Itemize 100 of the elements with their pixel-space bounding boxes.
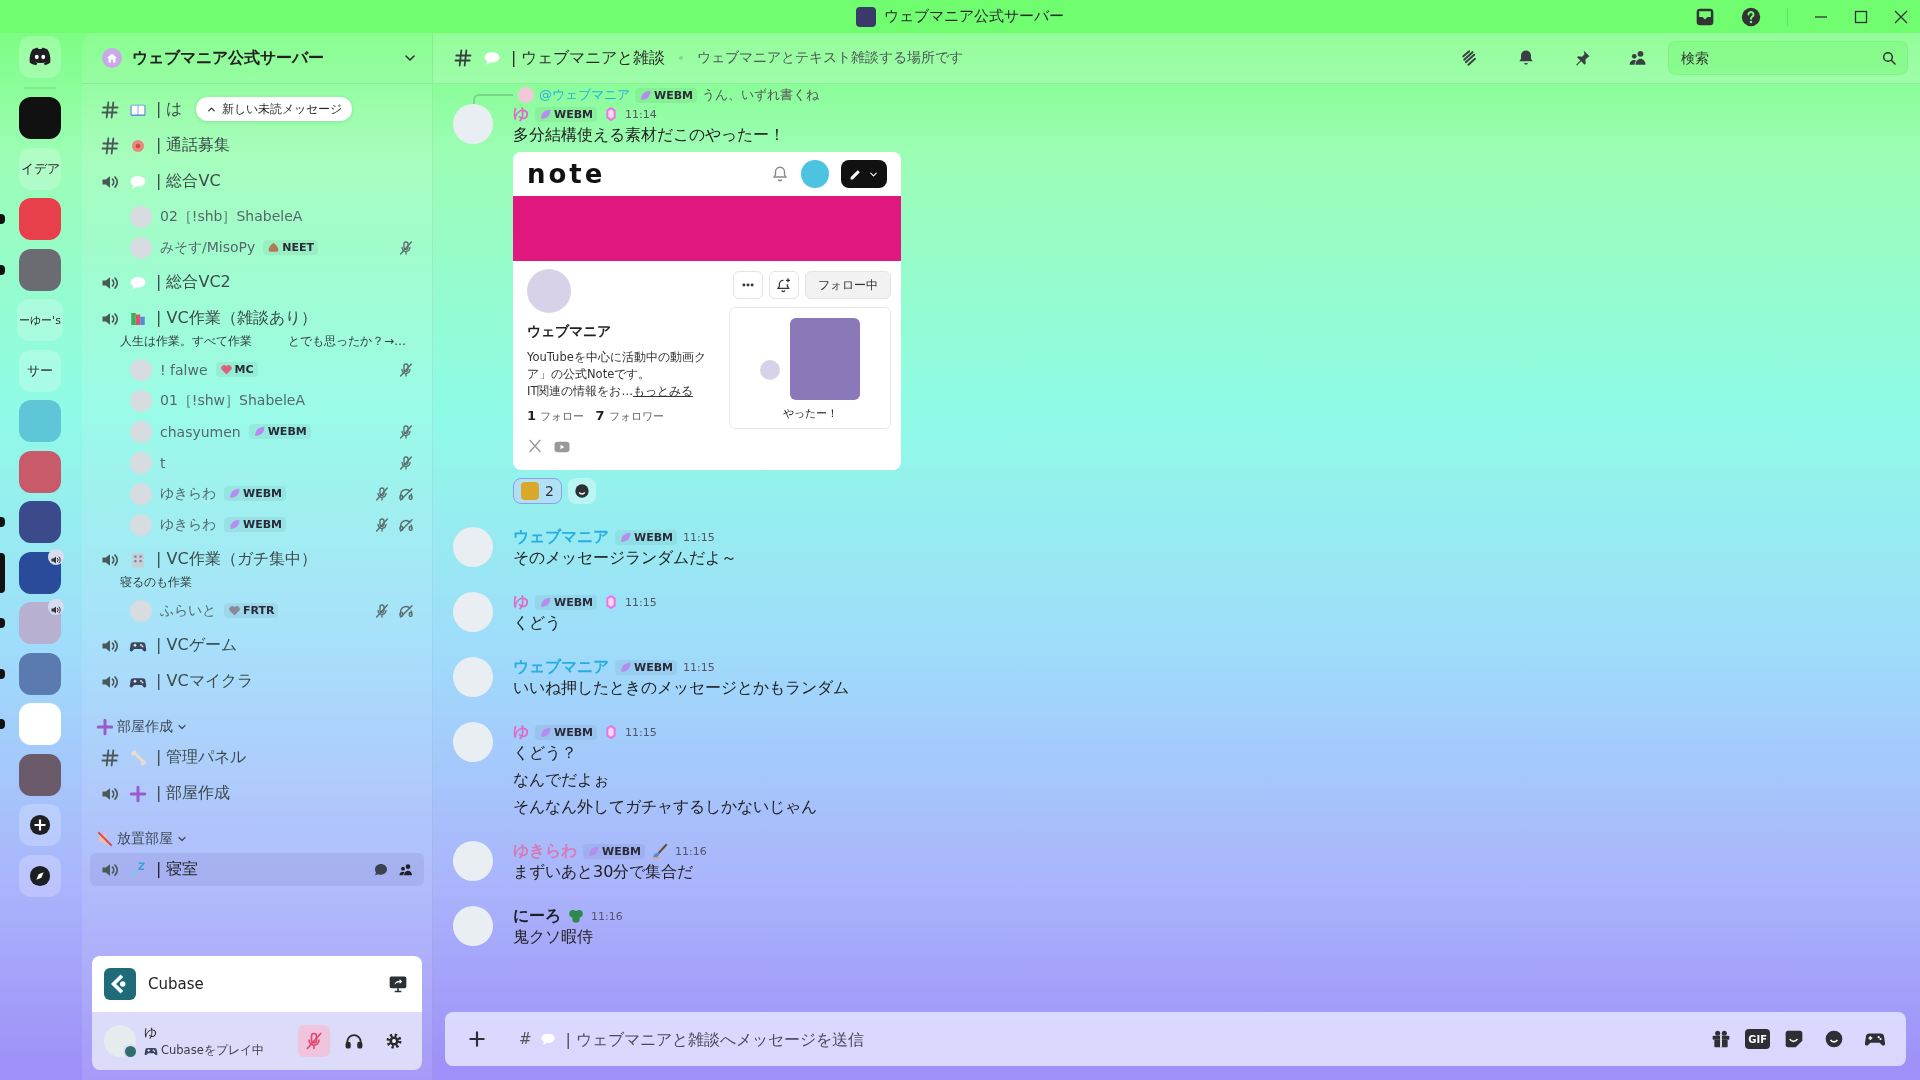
voice-member[interactable]: ゆきらわ WEBM: [120, 509, 424, 540]
avatar: [130, 389, 152, 412]
avatar: [801, 160, 829, 188]
status-dot: [123, 1044, 138, 1059]
avatar: [518, 87, 534, 103]
close-icon[interactable]: [1894, 9, 1908, 24]
channel-item[interactable]: | 寝室: [90, 853, 424, 886]
reaction-button[interactable]: 2: [513, 478, 562, 504]
edit-button[interactable]: [841, 160, 887, 188]
channel-item[interactable]: | VCゲーム: [90, 629, 247, 662]
plus-icon: [96, 718, 114, 736]
message-text: 鬼クソ暇侍: [513, 926, 594, 948]
timestamp: 11:16: [591, 909, 623, 923]
site-logo: note: [527, 159, 607, 189]
category-header[interactable]: 部屋作成: [90, 716, 424, 738]
follow-label: フォロー: [540, 409, 585, 424]
channel-item[interactable]: | 総合VC2: [90, 266, 241, 299]
profile-bio: YouTubeを中心に活動中の動画ク ア」の公式Noteです。 IT関連の情報をお…もっとみる: [527, 349, 707, 400]
gem-icon: [603, 594, 619, 610]
avatar: [130, 236, 152, 259]
gem-icon: [603, 106, 619, 122]
channel-item[interactable]: | VCマイクラ: [90, 665, 263, 698]
channel-item[interactable]: | 部屋作成: [90, 777, 241, 810]
mute-button[interactable]: [298, 1025, 330, 1057]
home-button[interactable]: [19, 36, 61, 78]
channel-item[interactable]: | VC作業（ガチ集中）: [90, 543, 327, 576]
channel-item[interactable]: | VC作業（雑談あり）: [90, 302, 327, 335]
voice-member[interactable]: chasyumen WEBM: [120, 416, 424, 447]
category-header[interactable]: 放置部屋: [90, 828, 424, 850]
discover-button[interactable]: [19, 854, 61, 897]
message-text: いいね押したときのメッセージとかもランダム: [513, 677, 850, 699]
notify-button[interactable]: [769, 271, 799, 299]
role-tag: WEBM: [535, 724, 597, 740]
timestamp: 11:15: [625, 595, 657, 609]
channel-item[interactable]: | 管理パネル: [90, 741, 257, 774]
emoji-icon: [1824, 1029, 1844, 1049]
avatar: [130, 358, 152, 381]
voice-member[interactable]: ゆきらわ WEBM: [120, 478, 424, 509]
gif-button[interactable]: GIF: [1745, 1029, 1770, 1049]
chat-bubble-icon[interactable]: [373, 861, 389, 878]
compass-icon: [29, 864, 51, 887]
gift-icon: [1711, 1029, 1732, 1049]
channel-item[interactable]: | 通話募集: [90, 129, 241, 162]
message-field[interactable]: # | ウェブマニアと雑談へメッセージを送信 GIF: [445, 1012, 1906, 1066]
maximize-icon[interactable]: [1854, 9, 1868, 24]
message-input[interactable]: | ウェブマニアと雑談へメッセージを送信: [563, 1028, 1698, 1050]
help-icon[interactable]: [1741, 6, 1761, 27]
search-field[interactable]: 検索: [1668, 41, 1908, 75]
channel-item[interactable]: | は: [90, 93, 193, 126]
channel-topic: ウェブマニアとテキスト雑談する場所です: [697, 49, 965, 67]
role-tag: WEBM: [583, 843, 645, 859]
bell-plus-icon: [776, 277, 792, 293]
gem-icon: [603, 724, 619, 740]
app-logo-icon: [104, 968, 136, 1000]
inbox-icon[interactable]: [1695, 6, 1715, 27]
role-tag: WEBM: [635, 87, 697, 103]
avatar: [130, 205, 152, 228]
voice-member[interactable]: 01［!shw］ShabeleA: [120, 385, 424, 416]
x-logo-icon: [527, 438, 543, 454]
author-name[interactable]: にーろ: [513, 905, 561, 927]
channel-item[interactable]: | 総合VC: [90, 165, 231, 198]
follower-label: フォロワー: [608, 409, 664, 424]
server-icon[interactable]: [19, 97, 61, 139]
timestamp: 11:15: [683, 660, 715, 674]
message-text: 多分結構使える素材だこのやったー！: [513, 124, 786, 146]
channel-topic: 人生は作業。すべて作業 とでも思ったか？→…: [120, 333, 408, 350]
role-tag: WEBM: [535, 106, 597, 122]
user-avatar[interactable]: [104, 1025, 136, 1057]
server-button[interactable]: サー: [19, 349, 61, 392]
avatar: [130, 513, 152, 536]
server-button[interactable]: ーゆー's: [17, 299, 63, 341]
role-tag: FRTR: [224, 603, 279, 618]
paintbrush-icon: [651, 842, 669, 860]
server-icon[interactable]: [19, 551, 61, 594]
avatar: [130, 451, 152, 474]
muted-speaker-icon: [96, 830, 114, 848]
add-server-button[interactable]: [19, 804, 61, 846]
voice-member[interactable]: ふらいと FRTR: [120, 595, 424, 626]
server-name[interactable]: ウェブマニア公式サーバー: [132, 47, 392, 69]
bell-icon: [771, 165, 789, 183]
screen-share-icon[interactable]: [388, 974, 408, 994]
unread-messages-pill[interactable]: 新しい未読メッセージ: [196, 97, 352, 121]
message-text: そんなん外してガチャするしかないじゃん: [513, 796, 818, 818]
members-icon[interactable]: [1628, 48, 1648, 68]
add-member-icon[interactable]: [398, 861, 414, 878]
add-reaction-button[interactable]: [567, 478, 596, 504]
voice-member[interactable]: t: [120, 447, 424, 478]
voice-member[interactable]: 02［!shb］ShabeleA: [120, 201, 424, 232]
hash-icon: [100, 99, 120, 120]
plus-circle-icon: [29, 814, 51, 836]
server-icon[interactable]: [19, 501, 61, 543]
timestamp: 11:14: [625, 107, 657, 121]
server-button[interactable]: イデア: [19, 147, 61, 190]
voice-member[interactable]: みそす/MisoPy NEET: [120, 232, 424, 263]
voice-member[interactable]: ! falwe MC: [120, 354, 424, 385]
timestamp: 11:15: [683, 530, 715, 544]
bone-icon: [129, 748, 147, 767]
following-button[interactable]: フォロー中: [805, 271, 891, 299]
search-input[interactable]: 検索: [1679, 49, 1875, 67]
reply-text[interactable]: うん、いずれ書くね: [702, 86, 819, 104]
